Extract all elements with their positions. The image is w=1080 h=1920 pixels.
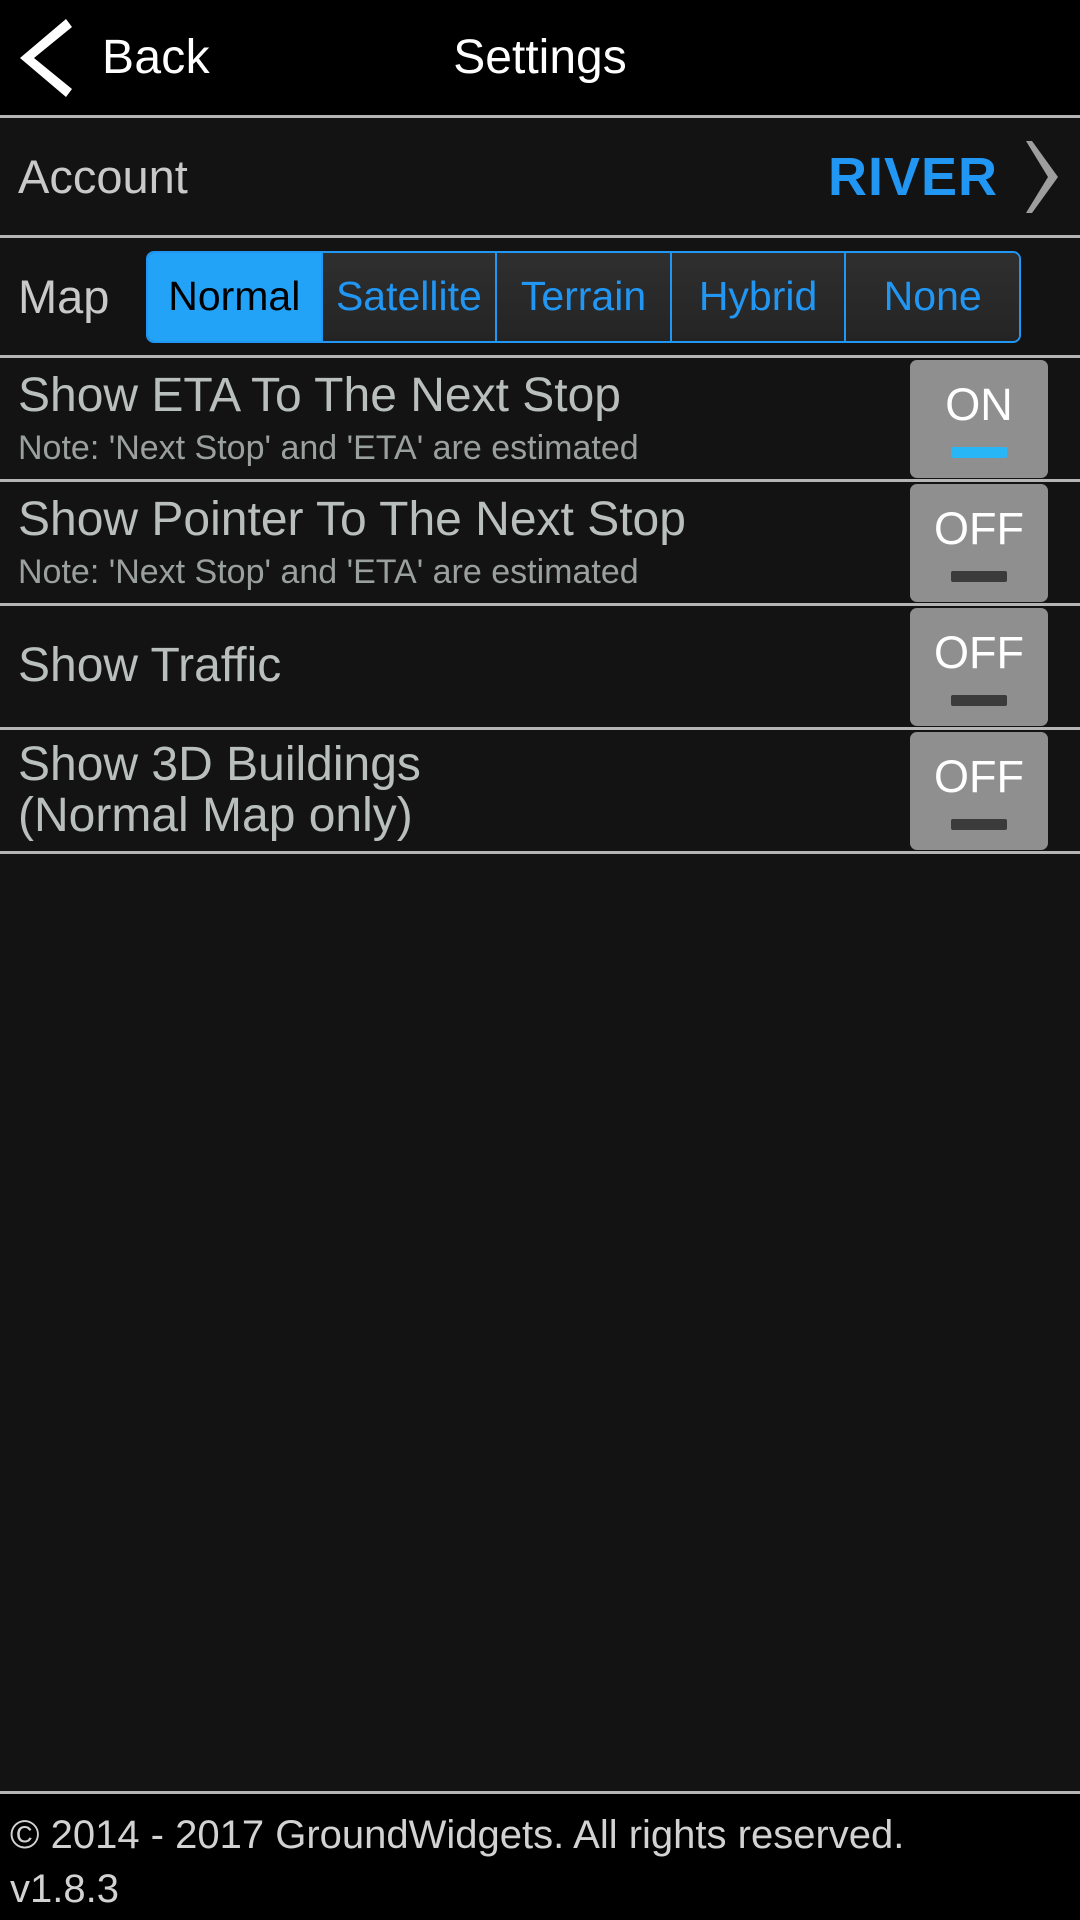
account-value-group: RIVER xyxy=(828,118,1062,235)
account-label: Account xyxy=(18,150,188,203)
setting-row-show-3d-buildings: Show 3D Buildings (Normal Map only) OFF xyxy=(0,730,1080,854)
setting-title-line2: (Normal Map only) xyxy=(18,788,413,842)
map-type-row: Map Normal Satellite Terrain Hybrid None xyxy=(0,238,1080,358)
setting-row-show-eta: Show ETA To The Next Stop Note: 'Next St… xyxy=(0,358,1080,482)
toggle-show-eta[interactable]: ON xyxy=(910,359,1048,478)
setting-text-group: Show ETA To The Next Stop Note: 'Next St… xyxy=(18,369,639,467)
back-button[interactable]: Back xyxy=(0,0,210,115)
toggle-state-label: OFF xyxy=(934,502,1024,554)
map-option-normal[interactable]: Normal xyxy=(148,252,323,341)
back-label: Back xyxy=(102,31,210,84)
map-option-terrain[interactable]: Terrain xyxy=(497,252,672,341)
setting-row-show-traffic: Show Traffic OFF xyxy=(0,606,1080,730)
account-row[interactable]: Account RIVER xyxy=(0,118,1080,238)
copyright-text: © 2014 - 2017 GroundWidgets. All rights … xyxy=(10,1813,905,1857)
toggle-state-label: OFF xyxy=(934,750,1024,802)
setting-title: Show Pointer To The Next Stop xyxy=(18,493,686,547)
toggle-show-traffic[interactable]: OFF xyxy=(910,607,1048,726)
setting-row-show-pointer: Show Pointer To The Next Stop Note: 'Nex… xyxy=(0,482,1080,606)
settings-screen: Back Settings Account RIVER Map Normal S… xyxy=(0,0,1080,1920)
map-label: Map xyxy=(18,270,110,323)
map-type-segmented-control[interactable]: Normal Satellite Terrain Hybrid None xyxy=(146,250,1021,343)
setting-title: Show 3D Buildings xyxy=(18,737,421,791)
toggle-show-pointer[interactable]: OFF xyxy=(910,483,1048,602)
setting-title: Show ETA To The Next Stop xyxy=(18,369,621,423)
version-text: v1.8.3 xyxy=(10,1867,119,1911)
footer: © 2014 - 2017 GroundWidgets. All rights … xyxy=(0,1794,1080,1920)
toggle-state-label: OFF xyxy=(934,626,1024,678)
map-option-none[interactable]: None xyxy=(846,252,1019,341)
setting-text-group: Show Pointer To The Next Stop Note: 'Nex… xyxy=(18,493,686,591)
toggle-indicator-bar xyxy=(951,818,1007,830)
setting-note: Note: 'Next Stop' and 'ETA' are estimate… xyxy=(18,552,639,591)
setting-text-group: Show 3D Buildings (Normal Map only) xyxy=(18,737,421,842)
toggle-state-label: ON xyxy=(945,378,1013,430)
empty-content-area xyxy=(0,854,1080,1794)
app-header: Back Settings xyxy=(0,0,1080,118)
account-value: RIVER xyxy=(827,146,998,207)
setting-title: Show Traffic xyxy=(18,639,282,693)
toggle-indicator-bar xyxy=(951,446,1007,458)
setting-text-group: Show Traffic xyxy=(18,639,282,693)
map-option-hybrid[interactable]: Hybrid xyxy=(671,252,847,341)
setting-note: Note: 'Next Stop' and 'ETA' are estimate… xyxy=(18,428,639,467)
chevron-right-icon xyxy=(1026,140,1058,213)
toggle-indicator-bar xyxy=(951,570,1007,582)
map-option-satellite[interactable]: Satellite xyxy=(322,252,498,341)
toggle-show-3d-buildings[interactable]: OFF xyxy=(910,731,1048,850)
chevron-left-icon xyxy=(20,18,72,97)
toggle-indicator-bar xyxy=(951,694,1007,706)
